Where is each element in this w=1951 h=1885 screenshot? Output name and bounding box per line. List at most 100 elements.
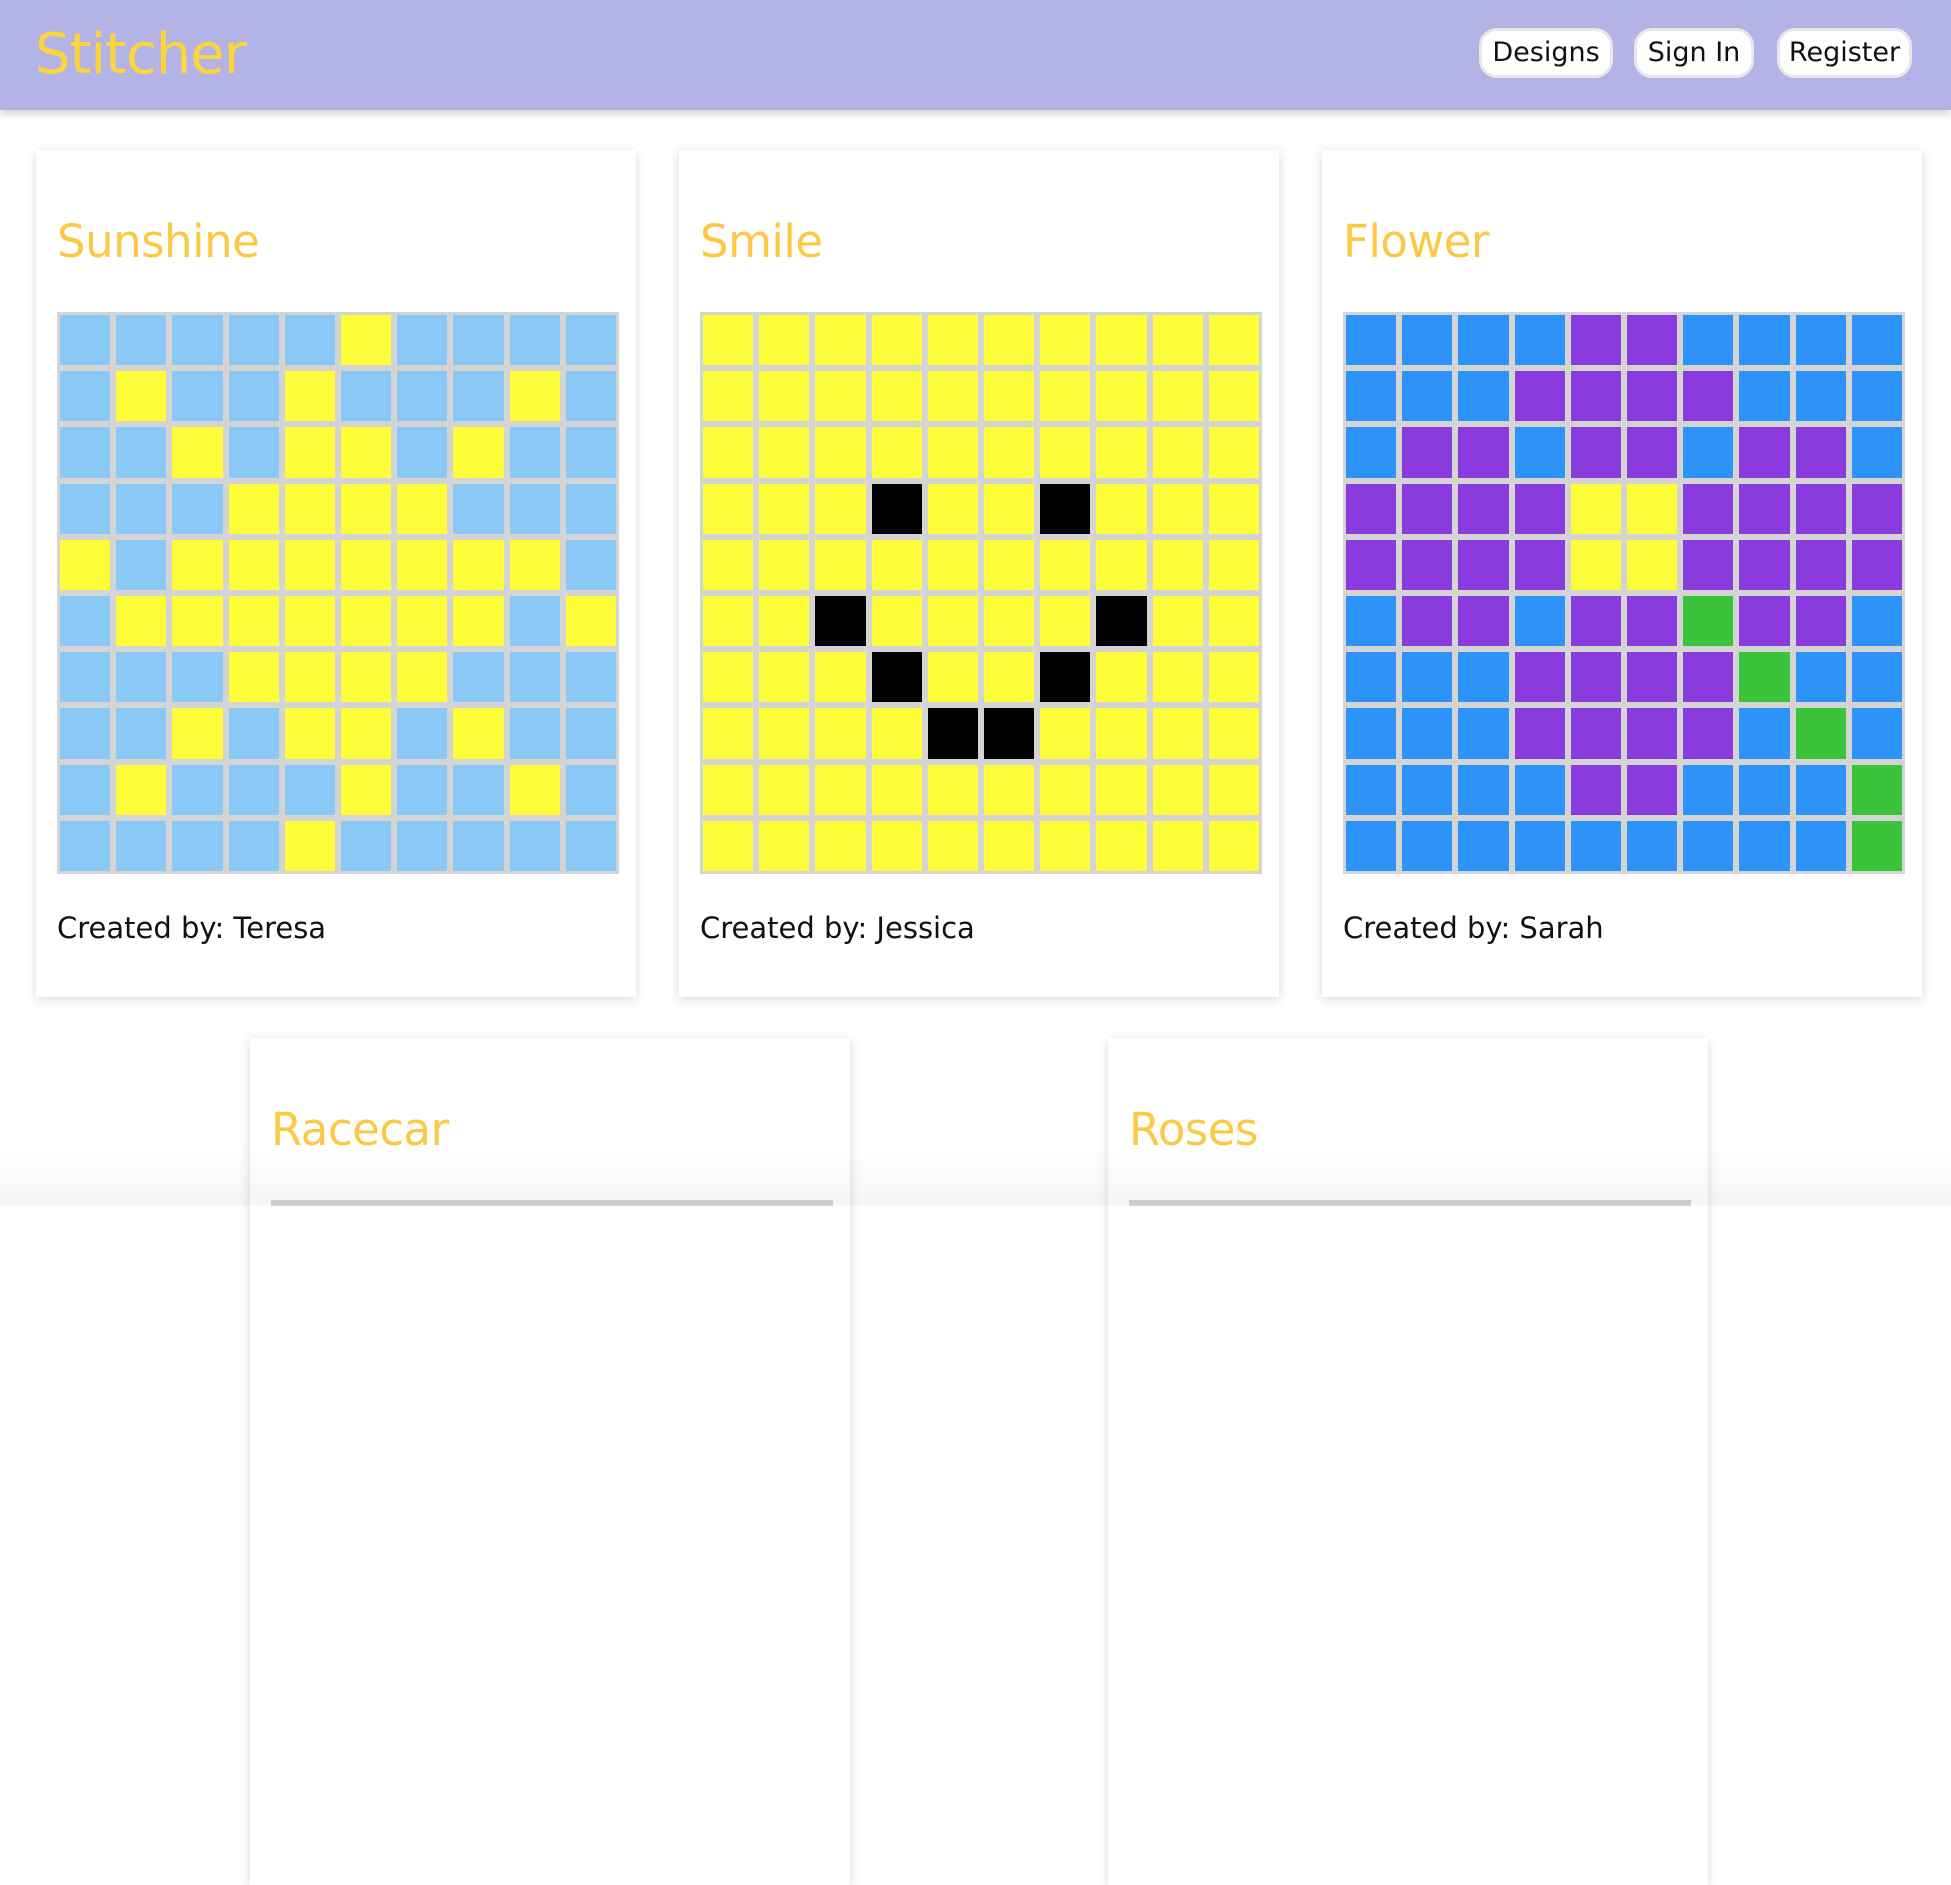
stitch-cell[interactable] <box>341 765 391 815</box>
stitch-cell[interactable] <box>453 484 503 534</box>
stitch-cell[interactable] <box>397 540 447 590</box>
stitch-cell[interactable] <box>928 484 978 534</box>
stitch-cell[interactable] <box>60 484 110 534</box>
stitch-cell[interactable] <box>510 427 560 477</box>
stitch-cell[interactable] <box>984 652 1034 702</box>
stitch-cell[interactable] <box>116 484 166 534</box>
stitch-cell[interactable] <box>1040 427 1090 477</box>
stitch-cell[interactable] <box>1402 371 1452 421</box>
stitch-cell[interactable] <box>872 765 922 815</box>
stitch-cell[interactable] <box>1627 708 1677 758</box>
stitch-cell[interactable] <box>1402 596 1452 646</box>
stitch-grid[interactable] <box>271 1200 833 1206</box>
stitch-cell[interactable] <box>60 821 110 871</box>
stitch-cell[interactable] <box>453 652 503 702</box>
stitch-cell[interactable] <box>759 596 809 646</box>
stitch-cell[interactable] <box>116 596 166 646</box>
stitch-cell[interactable] <box>1571 540 1621 590</box>
stitch-cell[interactable] <box>1096 708 1146 758</box>
stitch-cell[interactable] <box>341 371 391 421</box>
stitch-cell[interactable] <box>1852 484 1902 534</box>
stitch-cell[interactable] <box>285 596 335 646</box>
design-title[interactable]: Smile <box>700 212 823 272</box>
stitch-cell[interactable] <box>1346 315 1396 365</box>
stitch-cell[interactable] <box>453 371 503 421</box>
stitch-cell[interactable] <box>1153 427 1203 477</box>
stitch-cell[interactable] <box>984 596 1034 646</box>
stitch-cell[interactable] <box>1852 652 1902 702</box>
stitch-cell[interactable] <box>341 652 391 702</box>
stitch-cell[interactable] <box>172 315 222 365</box>
stitch-cell[interactable] <box>116 315 166 365</box>
stitch-cell[interactable] <box>285 708 335 758</box>
design-title[interactable]: Sunshine <box>57 212 259 272</box>
stitch-cell[interactable] <box>1153 540 1203 590</box>
stitch-cell[interactable] <box>1209 484 1259 534</box>
stitch-cell[interactable] <box>1346 765 1396 815</box>
stitch-cell[interactable] <box>1627 427 1677 477</box>
stitch-cell[interactable] <box>759 765 809 815</box>
stitch-cell[interactable] <box>1852 371 1902 421</box>
stitch-cell[interactable] <box>1796 821 1846 871</box>
stitch-cell[interactable] <box>1739 540 1789 590</box>
stitch-cell[interactable] <box>453 765 503 815</box>
stitch-cell[interactable] <box>984 427 1034 477</box>
stitch-cell[interactable] <box>703 315 753 365</box>
stitch-cell[interactable] <box>759 427 809 477</box>
stitch-cell[interactable] <box>1852 315 1902 365</box>
stitch-cell[interactable] <box>510 708 560 758</box>
stitch-cell[interactable] <box>116 708 166 758</box>
stitch-cell[interactable] <box>1209 315 1259 365</box>
stitch-cell[interactable] <box>1515 708 1565 758</box>
stitch-cell[interactable] <box>397 652 447 702</box>
stitch-cell[interactable] <box>1040 652 1090 702</box>
stitch-cell[interactable] <box>928 315 978 365</box>
stitch-cell[interactable] <box>1346 427 1396 477</box>
stitch-cell[interactable] <box>759 540 809 590</box>
stitch-cell[interactable] <box>1683 652 1733 702</box>
stitch-cell[interactable] <box>1402 708 1452 758</box>
stitch-cell[interactable] <box>872 652 922 702</box>
stitch-grid[interactable] <box>1129 1200 1691 1206</box>
stitch-cell[interactable] <box>116 371 166 421</box>
stitch-cell[interactable] <box>984 315 1034 365</box>
stitch-cell[interactable] <box>1040 765 1090 815</box>
design-card-roses[interactable]: Roses <box>1108 1038 1708 1885</box>
stitch-cell[interactable] <box>1852 596 1902 646</box>
stitch-cell[interactable] <box>510 315 560 365</box>
design-card-flower[interactable]: Flower Created by: Sarah <box>1322 150 1922 997</box>
stitch-cell[interactable] <box>1096 765 1146 815</box>
stitch-cell[interactable] <box>510 821 560 871</box>
stitch-cell[interactable] <box>1209 652 1259 702</box>
stitch-cell[interactable] <box>1402 652 1452 702</box>
stitch-cell[interactable] <box>453 315 503 365</box>
stitch-cell[interactable] <box>815 540 865 590</box>
stitch-cell[interactable] <box>1096 484 1146 534</box>
stitch-cell[interactable] <box>172 821 222 871</box>
stitch-cell[interactable] <box>1796 765 1846 815</box>
stitch-cell[interactable] <box>285 315 335 365</box>
stitch-cell[interactable] <box>1515 765 1565 815</box>
design-card-smile[interactable]: Smile Created by: Jessica <box>679 150 1279 997</box>
stitch-cell[interactable] <box>172 484 222 534</box>
design-card-sunshine[interactable]: Sunshine Created by: Teresa <box>36 150 636 997</box>
stitch-cell[interactable] <box>1209 765 1259 815</box>
stitch-cell[interactable] <box>815 315 865 365</box>
stitch-cell[interactable] <box>815 821 865 871</box>
stitch-cell[interactable] <box>397 596 447 646</box>
stitch-cell[interactable] <box>566 315 616 365</box>
stitch-cell[interactable] <box>1683 371 1733 421</box>
stitch-cell[interactable] <box>341 596 391 646</box>
stitch-cell[interactable] <box>229 371 279 421</box>
stitch-cell[interactable] <box>341 708 391 758</box>
stitch-cell[interactable] <box>397 484 447 534</box>
stitch-cell[interactable] <box>397 765 447 815</box>
stitch-cell[interactable] <box>453 540 503 590</box>
stitch-cell[interactable] <box>172 596 222 646</box>
stitch-cell[interactable] <box>928 652 978 702</box>
stitch-cell[interactable] <box>984 371 1034 421</box>
design-card-racecar[interactable]: Racecar <box>250 1038 850 1885</box>
stitch-cell[interactable] <box>815 371 865 421</box>
stitch-cell[interactable] <box>510 652 560 702</box>
stitch-cell[interactable] <box>453 821 503 871</box>
